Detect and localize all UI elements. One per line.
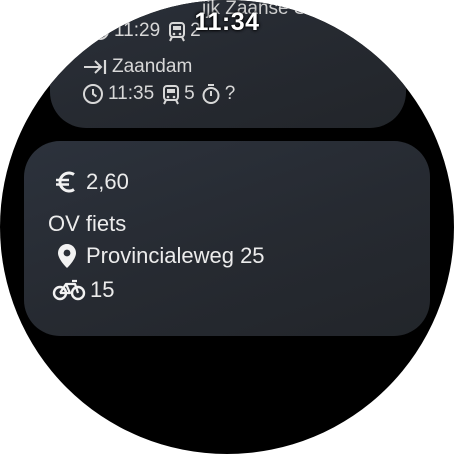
euro-icon [54, 169, 80, 195]
bicycle-icon [52, 278, 86, 302]
timer-icon [201, 83, 221, 105]
destination-name: Zaandam [112, 56, 193, 77]
price-value: 2,60 [86, 169, 129, 194]
location-row: Provincialeweg 25 [56, 243, 265, 269]
price-row: 2,60 [54, 169, 129, 195]
location-name: Provincialeweg 25 [86, 243, 265, 268]
bike-title: OV fiets [48, 211, 127, 236]
bikes-row: 15 [52, 277, 114, 303]
departure-time: 11:35 [108, 83, 155, 104]
tram-icon [162, 83, 180, 105]
departure-row: 11:35 5 ? [82, 83, 235, 105]
bikes-available: 15 [90, 277, 115, 302]
clock-icon [82, 83, 104, 105]
bike-leg-card[interactable]: 2,60 OV fiets Provincialeweg 25 15 [24, 141, 430, 336]
status-time: 11:34 [194, 8, 260, 36]
arrow-to-bar-icon [82, 58, 108, 76]
bike-title-row: OV fiets [48, 211, 126, 237]
platform-number: 5 [184, 83, 195, 104]
destination-row: Zaandam [82, 56, 192, 78]
watch-screen: ijk Zaanse Sc 11:29 2 Zaandam 11:35 5 ? … [0, 0, 454, 454]
location-pin-icon [56, 243, 78, 269]
duration-value: ? [224, 83, 236, 104]
